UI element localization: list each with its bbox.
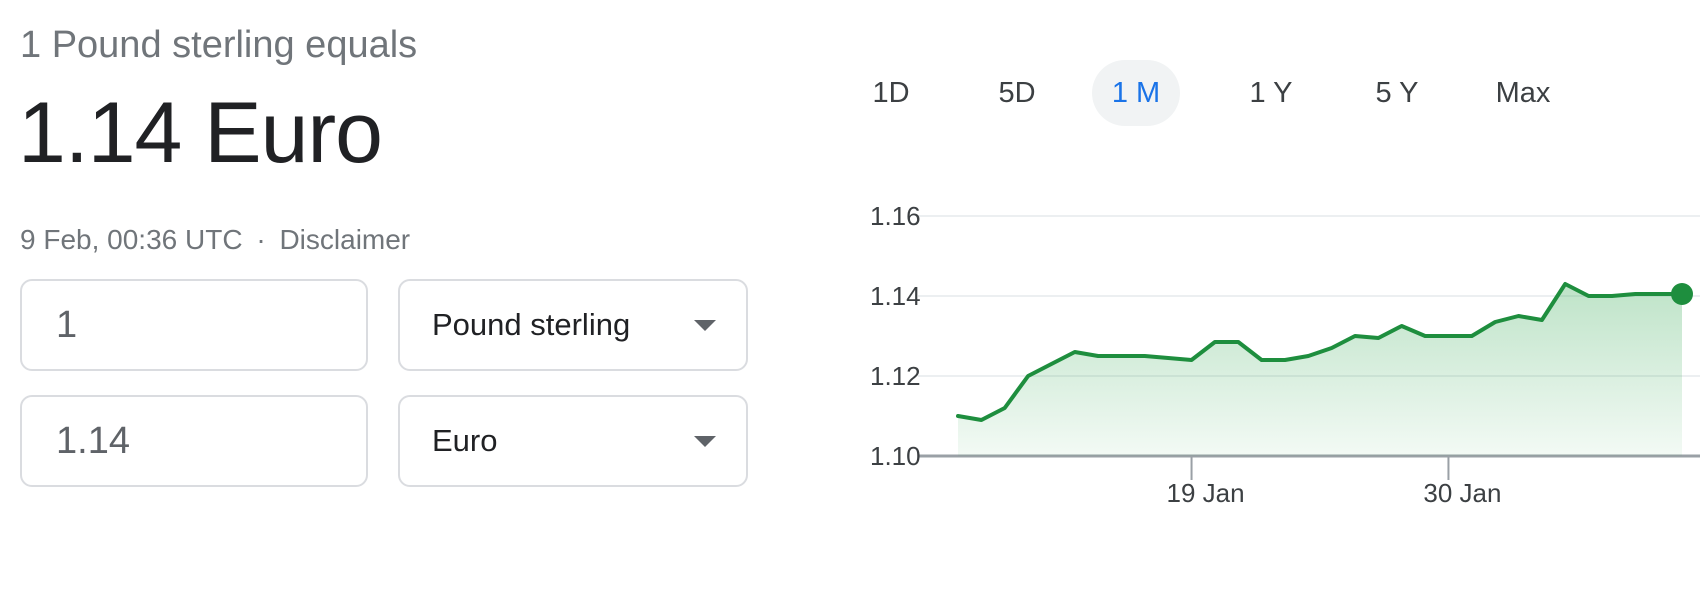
y-tick-label: 1.16 <box>870 201 921 231</box>
currency-converter-widget: 1 Pound sterling equals 1.14 Euro 9 Feb,… <box>0 0 1706 590</box>
exchange-rate-chart: 1.10 1.12 1.14 1.16 19 Jan 30 Jan <box>870 201 1700 508</box>
y-tick-label: 1.10 <box>870 441 921 471</box>
x-tick-label: 19 Jan <box>1167 478 1245 508</box>
y-tick-label: 1.14 <box>870 281 921 311</box>
x-tick-label: 30 Jan <box>1423 478 1501 508</box>
y-tick-label: 1.12 <box>870 361 921 391</box>
current-rate-point <box>1671 283 1693 305</box>
area-fill <box>958 284 1682 456</box>
